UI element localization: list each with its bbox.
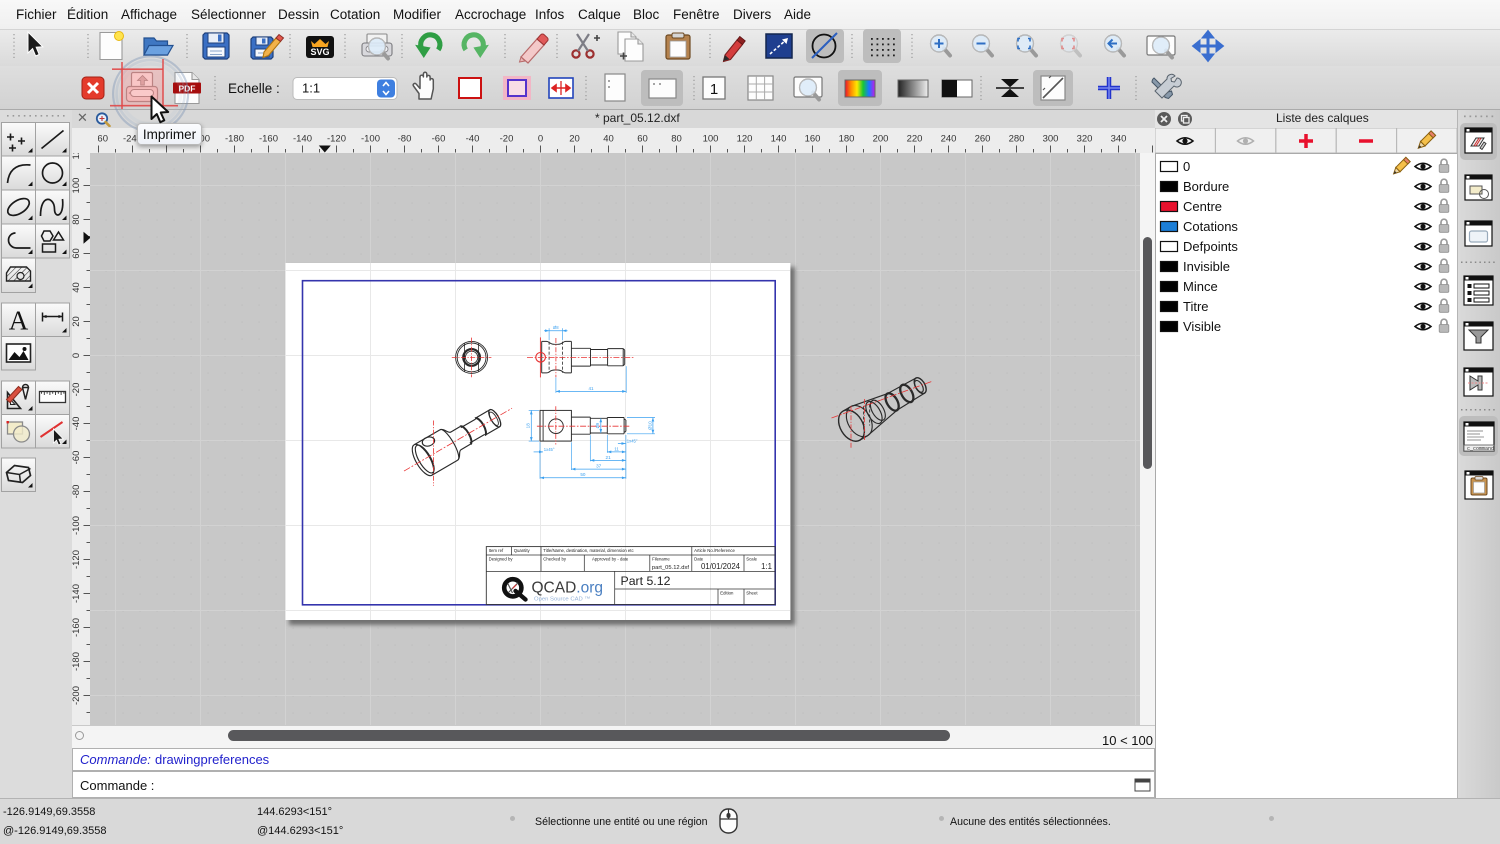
svg-text:41: 41 [588,386,594,391]
svg-text:-160: -160 [259,134,278,145]
svg-text:0: 0 [72,353,82,358]
svg-text:-200: -200 [72,686,82,705]
svg-text:Titre: Titre [1183,299,1209,314]
svg-text:Quantity: Quantity [514,548,531,553]
svg-text:Sheet: Sheet [746,590,758,595]
svg-text:18: 18 [526,423,531,429]
svg-text:01/01/2024: 01/01/2024 [701,562,741,571]
svg-text:1: 1 [710,81,718,98]
svg-text:Part 5.12: Part 5.12 [621,574,671,588]
svg-text:Filename: Filename [652,556,670,561]
svg-text:-140: -140 [72,584,82,603]
svg-text:20: 20 [569,134,580,145]
svg-text:-120: -120 [72,550,82,569]
svg-text:-120: -120 [327,134,346,145]
svg-text:Title/Name, destination, mater: Title/Name, destination, material, dimen… [543,548,634,553]
svg-text:0: 0 [538,134,543,145]
svg-text:60: 60 [637,134,648,145]
svg-text:50: 50 [580,472,586,477]
svg-text:Ø9: Ø9 [595,422,600,428]
svg-text:Invisible: Invisible [1183,259,1230,274]
svg-text:240: 240 [941,134,957,145]
svg-text:Defpoints: Defpoints [1183,239,1238,254]
svg-text:-60: -60 [432,134,446,145]
svg-text:Open Source CAD ™: Open Source CAD ™ [534,596,590,603]
svg-text:Checked by: Checked by [543,556,567,561]
svg-text:160: 160 [805,134,821,145]
svg-text:21: 21 [606,455,612,460]
svg-text:280: 280 [1009,134,1025,145]
svg-text:SVG: SVG [310,47,329,57]
svg-text:c_command: c_command [1467,446,1494,452]
svg-text:QCAD.org: QCAD.org [532,580,604,597]
svg-text:-80: -80 [72,485,82,499]
svg-text:Scale: Scale [746,556,757,561]
svg-text:-140: -140 [293,134,312,145]
svg-text:Bordure: Bordure [1183,179,1229,194]
svg-text:1:1: 1:1 [302,81,320,96]
svg-text:Centre: Centre [1183,199,1222,214]
svg-text:part_05.12.dxf: part_05.12.dxf [652,565,689,571]
svg-text:220: 220 [907,134,923,145]
svg-text:-40: -40 [72,417,82,431]
svg-text:100: 100 [703,134,719,145]
svg-text:A: A [9,306,29,336]
svg-text:Article No./Reference: Article No./Reference [694,548,735,553]
svg-text:1:1: 1:1 [761,562,772,571]
svg-text:-100: -100 [361,134,380,145]
svg-text:1x45°: 1x45° [544,447,555,452]
svg-text:120: 120 [737,134,753,145]
svg-text:340: 340 [1111,134,1127,145]
svg-text:Date: Date [694,556,704,561]
svg-text:1x45°: 1x45° [627,438,638,443]
svg-text:Ø10: Ø10 [647,421,652,430]
svg-text:11: 11 [614,446,619,451]
svg-text:140: 140 [771,134,787,145]
svg-text:Approved by - date: Approved by - date [592,556,629,561]
svg-text:-40: -40 [466,134,480,145]
svg-text:Edition: Edition [720,590,734,595]
svg-text:Mince: Mince [1183,279,1218,294]
svg-text:Cotations: Cotations [1183,219,1238,234]
svg-text:40: 40 [603,134,614,145]
svg-text:300: 300 [1043,134,1059,145]
svg-text:200: 200 [873,134,889,145]
svg-text:-100: -100 [72,516,82,535]
svg-text:20: 20 [72,316,82,327]
svg-text:0: 0 [1183,159,1190,174]
svg-text:Visible: Visible [1183,319,1221,334]
svg-text:260: 260 [975,134,991,145]
svg-text:-80: -80 [398,134,412,145]
svg-text:180: 180 [839,134,855,145]
svg-text:80: 80 [671,134,682,145]
svg-text:-20: -20 [72,383,82,397]
svg-text:60: 60 [72,248,82,259]
svg-text:Ø8: Ø8 [553,325,559,330]
svg-text:100: 100 [72,178,82,194]
svg-text:-20: -20 [500,134,514,145]
svg-text:320: 320 [1077,134,1093,145]
svg-text:-60: -60 [72,451,82,465]
svg-text:Item ref: Item ref [489,548,504,553]
svg-text:37: 37 [596,464,602,469]
svg-text:Echelle :: Echelle : [228,81,280,96]
svg-text:Designed by: Designed by [489,556,514,561]
svg-text:-160: -160 [72,618,82,637]
svg-text:80: 80 [72,214,82,225]
svg-text:120: 120 [72,153,82,159]
svg-text:40: 40 [72,282,82,293]
svg-text:-180: -180 [72,652,82,671]
